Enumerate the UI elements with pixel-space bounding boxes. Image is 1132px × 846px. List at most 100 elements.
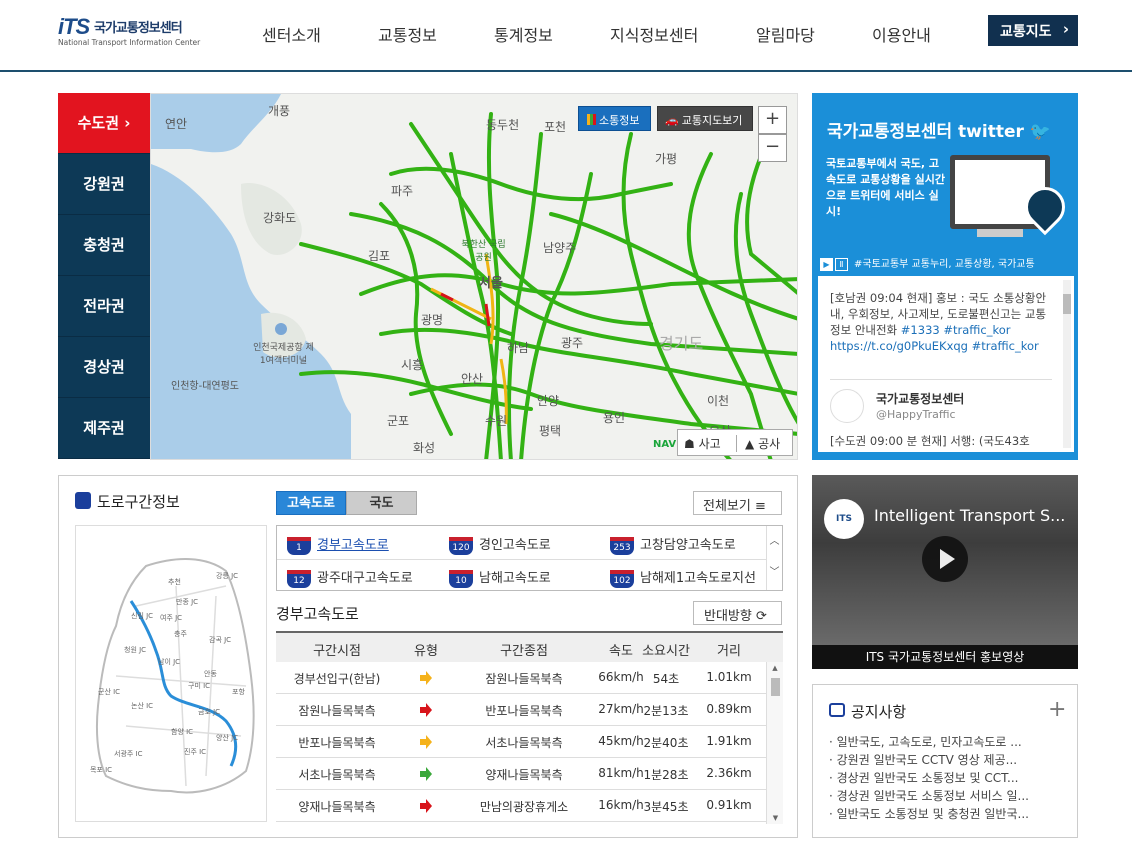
video-title: Intelligent Transport S... <box>874 506 1066 525</box>
table-row[interactable]: 경부선입구(한남) 잠원나들목북측 66km/h 54초 1.01km <box>276 662 766 694</box>
table-row[interactable]: 반포나들목북측 서초나들목북측 45km/h 2분40초 1.91km <box>276 726 766 758</box>
account-name: 국가교통정보센터 <box>876 392 965 406</box>
region-tab-capital[interactable]: 수도권 › <box>58 93 150 154</box>
road-item[interactable]: 120 경인고속도로 <box>449 526 551 558</box>
traffic-info-button[interactable]: 소통정보 <box>578 106 651 131</box>
cell-end: 서초나들목북측 <box>485 736 563 750</box>
map-label: 구미 IC <box>188 681 210 690</box>
car-icon: 🚗 <box>665 114 679 127</box>
map-label: 김포 <box>368 249 391 263</box>
road-item[interactable]: 253 고창담양고속도로 <box>610 526 736 558</box>
arrow-right-icon <box>419 798 433 813</box>
road-list: 1 경부고속도로 120 경인고속도로 253 고창담양고속도로 12 광주대구고속도로… <box>276 525 783 591</box>
region-tab-gangwon[interactable]: 강원권 <box>58 154 150 215</box>
map-label: 포천 <box>544 120 567 134</box>
traffic-map-label: 교통지도 <box>1000 24 1052 40</box>
construction-toggle[interactable]: ▲ 공사 <box>736 435 780 452</box>
section-table: 구간시점 유형 구간종점 속도 소요시간 거리 경부선입구(한남) 잠원나들목북측… <box>276 631 783 824</box>
feed-scrollbar[interactable] <box>1063 280 1071 448</box>
zoom-out-button[interactable]: − <box>758 134 787 162</box>
route-shield-icon: 102 <box>610 569 634 588</box>
road-name: 광주대구고속도로 <box>317 571 413 586</box>
table-row[interactable]: 양재나들목북측 만남의광장휴게소 16km/h 3분45초 0.91km <box>276 790 766 822</box>
region-tab-jeolla[interactable]: 전라권 <box>58 276 150 337</box>
twitter-feed[interactable]: [호남권 09:04 현재] 홍보 : 국도 소통상황안내, 우회정보, 사고제… <box>818 276 1074 452</box>
traffic-map-button[interactable]: 교통지도 › <box>988 15 1078 46</box>
arrow-right-icon <box>419 670 433 685</box>
tab-national-road[interactable]: 국도 <box>346 491 417 515</box>
region-tabs: 수도권 › 강원권 충청권 전라권 경상권 제주권 <box>58 93 150 460</box>
notice-item[interactable]: · 경상권 일반국도 소통정보 서비스 일... <box>829 787 1065 804</box>
table-scrollbar[interactable]: ▲ ▼ <box>766 662 783 824</box>
accident-toggle[interactable]: ☗ 사고 <box>684 435 721 452</box>
cell-dist: 2.36km <box>706 766 752 780</box>
nav-center-intro[interactable]: 센터소개 <box>262 22 321 46</box>
map-label: 수원 <box>485 414 508 428</box>
reverse-direction-button[interactable]: 반대방향 ⟳ <box>693 601 782 625</box>
map-label: 시흥 <box>401 358 424 372</box>
region-tab-gyeongsang[interactable]: 경상권 <box>58 337 150 398</box>
notice-item[interactable]: · 강원권 일반국도 CCTV 영상 제공... <box>829 751 1065 768</box>
promo-video[interactable]: ITS Intelligent Transport S... ITS 국가교통정… <box>812 475 1078 669</box>
route-shield-icon: 12 <box>287 569 311 588</box>
korea-expressway-map[interactable]: 추천 강릉 JC 만종 JC 신림 JC 여주 JC 충주 감곡 JC 남이 J… <box>75 525 267 822</box>
table-row[interactable]: 서초나들목북측 양재나들목북측 81km/h 1분28초 2.36km <box>276 758 766 790</box>
map-label: 강화도 <box>263 211 297 225</box>
column-header: 유형 <box>414 644 438 659</box>
cell-dist: 1.91km <box>706 734 752 748</box>
tweet-text: [호남권 09:04 현재] 홍보 : 국도 소통상황안내, 우회정보, 사고제… <box>830 291 1047 353</box>
chevron-up-icon[interactable]: ︿ <box>767 532 782 547</box>
road-list-scroll[interactable]: ︿ ﹀ <box>766 526 782 590</box>
nav-notice-board[interactable]: 알림마당 <box>756 22 815 46</box>
road-item[interactable]: 102 남해제1고속도로지선 <box>610 559 756 591</box>
region-tab-chungcheong[interactable]: 충청권 <box>58 215 150 276</box>
traffic-map[interactable]: 연안 개풍 동두천 포천 가평 파주 강화도 김포 북한산 국립공원 남양주 서… <box>150 93 798 460</box>
route-shield-icon: 120 <box>449 536 473 555</box>
road-name: 남해제1고속도로지선 <box>640 571 756 586</box>
notice-title: 공지사항 <box>851 703 907 721</box>
nav-statistics[interactable]: 통계정보 <box>494 22 553 46</box>
scroll-up-icon[interactable]: ▲ <box>767 664 783 672</box>
notice-item[interactable]: · 일반국도, 고속도로, 민자고속도로 ... <box>829 733 1065 750</box>
map-label: 광주 <box>561 336 584 350</box>
cell-time: 54초 <box>652 672 680 686</box>
logo[interactable]: iTS 국가교통정보센터 National Transport Informat… <box>58 14 208 50</box>
notice-panel: 공지사항 + · 일반국도, 고속도로, 민자고속도로 ... · 강원권 일반… <box>812 684 1078 838</box>
chevron-down-icon[interactable]: ﹀ <box>767 563 782 578</box>
map-label: 북한산 국립공원 <box>461 240 506 263</box>
map-label: 개풍 <box>268 104 291 118</box>
video-caption: ITS 국가교통정보센터 홍보영상 <box>812 645 1078 669</box>
nav-knowledge-center[interactable]: 지식정보센터 <box>610 22 698 46</box>
scroll-down-icon[interactable]: ▼ <box>767 814 784 822</box>
road-item[interactable]: 12 광주대구고속도로 <box>287 559 413 591</box>
road-item[interactable]: 10 남해고속도로 <box>449 559 551 591</box>
play-button[interactable] <box>922 536 968 582</box>
map-label: 안동 <box>204 669 217 678</box>
zoom-in-button[interactable]: + <box>758 106 787 134</box>
road-name: 경인고속도로 <box>479 538 551 553</box>
bus-icon <box>75 492 91 509</box>
notice-item[interactable]: · 경상권 일반국도 소통정보 및 CCT... <box>829 769 1065 786</box>
map-label: 청원 JC <box>124 645 146 654</box>
more-plus-icon[interactable]: + <box>1048 697 1066 722</box>
map-view-button[interactable]: 🚗 교통지도보기 <box>657 106 753 131</box>
road-section-title: 도로구간정보 <box>97 493 180 511</box>
map-label: 금호 JC <box>198 708 220 716</box>
play-icon[interactable]: ▶ <box>820 258 833 271</box>
selected-road-name: 경부고속도로 <box>276 605 359 623</box>
view-all-button[interactable]: 전체보기 ≡ <box>693 491 782 515</box>
map-label: 목포 IC <box>90 766 112 774</box>
map-label: 추천 <box>168 577 181 586</box>
table-row[interactable]: 잠원나들목북측 반포나들목북측 27km/h 2분13초 0.89km <box>276 694 766 726</box>
tab-expressway[interactable]: 고속도로 <box>276 491 346 515</box>
region-tab-jeju[interactable]: 제주권 <box>58 398 150 459</box>
twitter-title[interactable]: 국가교통정보센터 twitter 🐦 <box>827 117 1051 142</box>
cell-start: 반포나들목북측 <box>298 736 376 750</box>
nav-user-guide[interactable]: 이용안내 <box>872 22 931 46</box>
column-header: 구간시점 <box>313 644 361 659</box>
pause-icon[interactable]: Ⅱ <box>835 258 848 271</box>
nav-traffic-info[interactable]: 교통정보 <box>378 22 437 46</box>
korea-map-graphic: 추천 강릉 JC 만종 JC 신림 JC 여주 JC 충주 감곡 JC 남이 J… <box>90 558 255 794</box>
notice-item[interactable]: · 일반국도 소통정보 및 충청권 일반국... <box>829 805 1065 822</box>
road-item[interactable]: 1 경부고속도로 <box>287 526 389 558</box>
